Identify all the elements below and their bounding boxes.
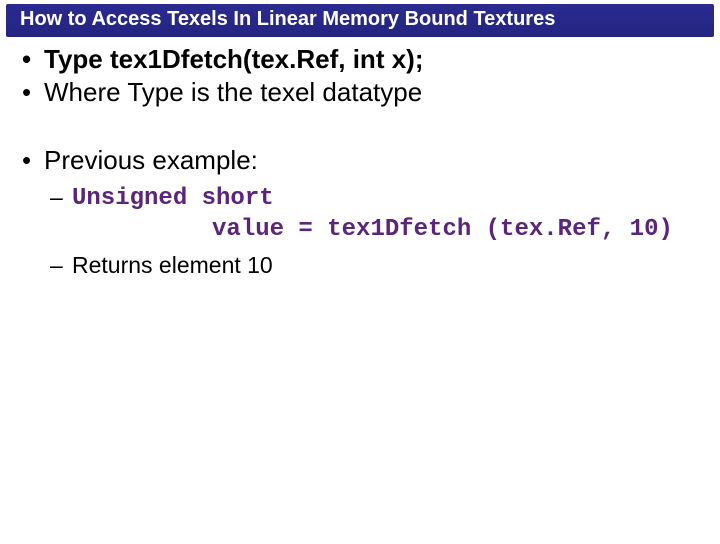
bullet-list: Type tex1Dfetch(tex.Ref, int x); Where T…: [14, 43, 710, 110]
code-line-1: Unsigned short: [72, 183, 710, 214]
bullet-3: Previous example: Unsigned short value =…: [14, 144, 710, 282]
bullet-list-2: Previous example: Unsigned short value =…: [14, 144, 710, 282]
slide-content: Type tex1Dfetch(tex.Ref, int x); Where T…: [0, 39, 720, 281]
slide: How to Access Texels In Linear Memory Bo…: [0, 4, 720, 544]
code-line-2: value = tex1Dfetch (tex.Ref, 10): [140, 214, 710, 245]
bullet-1: Type tex1Dfetch(tex.Ref, int x);: [14, 43, 710, 76]
sub-list: Unsigned short value = tex1Dfetch (tex.R…: [44, 183, 710, 281]
slide-title: How to Access Texels In Linear Memory Bo…: [6, 4, 714, 37]
sub-returns: Returns element 10: [44, 251, 710, 281]
sub-code: Unsigned short value = tex1Dfetch (tex.R…: [44, 183, 710, 245]
spacer: [14, 110, 710, 144]
bullet-3-text: Previous example:: [44, 145, 258, 175]
bullet-2: Where Type is the texel datatype: [14, 76, 710, 109]
